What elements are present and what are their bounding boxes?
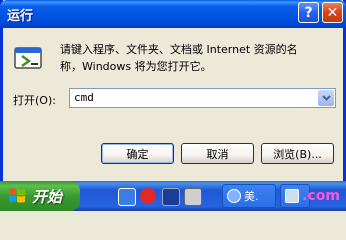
run-dialog: 运行 ? ✕ 请键入程序、文件夹、文档或 Internet 资源的名 称，Win… bbox=[0, 0, 346, 181]
title-bar[interactable]: 运行 ? ✕ bbox=[0, 0, 346, 28]
app-icon bbox=[227, 189, 241, 203]
start-button[interactable]: 开始 bbox=[0, 181, 80, 211]
run-description: 请键入程序、文件夹、文档或 Internet 资源的名 称，Windows 将为… bbox=[60, 43, 298, 73]
open-label: 打开(O): bbox=[13, 94, 56, 107]
dropdown-button[interactable] bbox=[318, 90, 334, 106]
taskbar-item-label: 美. bbox=[244, 190, 259, 203]
open-combobox[interactable]: cmd bbox=[69, 88, 336, 108]
watermark: .com bbox=[302, 188, 340, 204]
windows-logo-icon bbox=[9, 188, 25, 203]
open-input[interactable]: cmd bbox=[74, 91, 94, 104]
weibo-icon[interactable] bbox=[140, 188, 156, 204]
start-label: 开始 bbox=[32, 187, 63, 206]
run-program-icon bbox=[14, 47, 42, 69]
save-icon[interactable] bbox=[162, 188, 180, 206]
chevron-down-icon bbox=[321, 95, 331, 101]
help-button[interactable]: ? bbox=[298, 2, 319, 23]
ie-icon[interactable] bbox=[118, 188, 136, 206]
taskbar-item[interactable]: 美. bbox=[222, 184, 276, 208]
browse-button[interactable]: 浏览(B)... bbox=[261, 143, 334, 164]
folder-icon[interactable] bbox=[184, 188, 202, 206]
cancel-button[interactable]: 取消 bbox=[181, 143, 254, 164]
window-title: 运行 bbox=[7, 9, 34, 24]
app-icon bbox=[285, 189, 299, 203]
ok-button[interactable]: 确定 bbox=[101, 143, 174, 164]
close-button[interactable]: ✕ bbox=[322, 2, 343, 23]
taskbar: 开始 美. .com bbox=[0, 181, 346, 211]
